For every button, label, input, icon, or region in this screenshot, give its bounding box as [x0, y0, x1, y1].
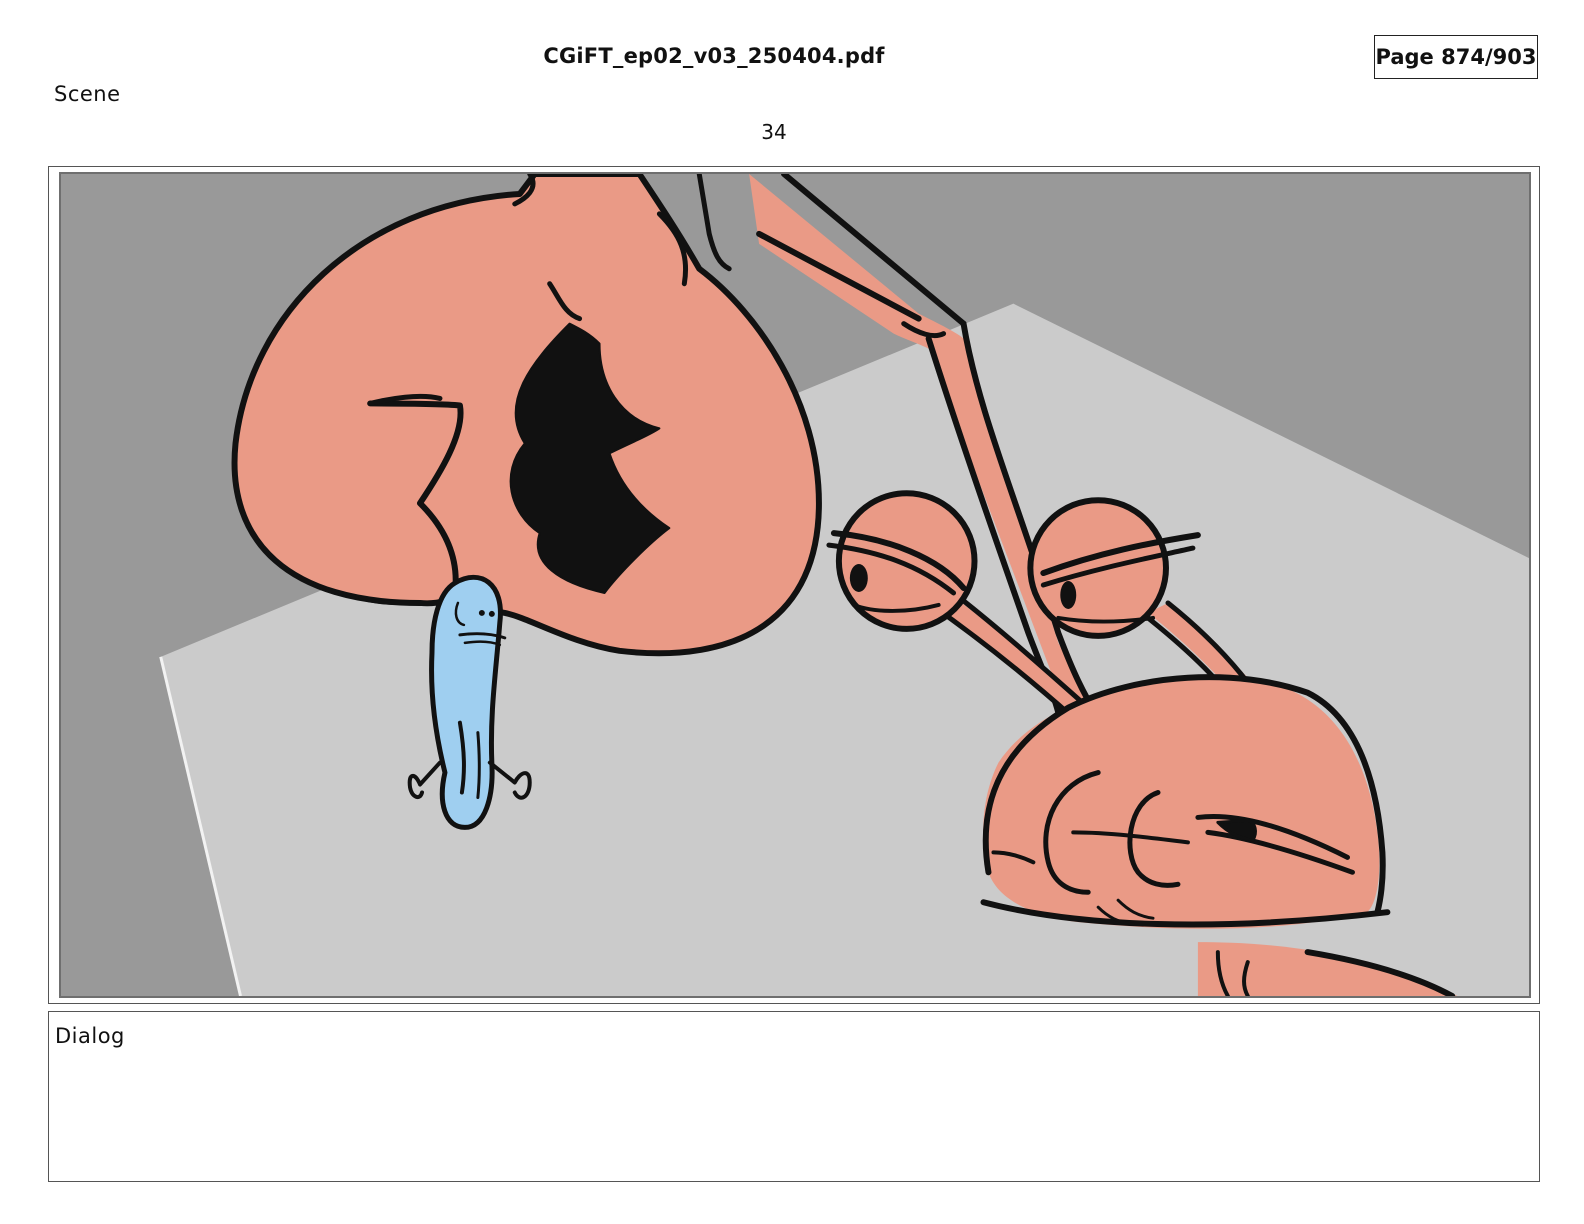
dialog-box: Dialog [48, 1011, 1540, 1182]
document-title: CGiFT_ep02_v03_250404.pdf [543, 44, 885, 68]
dialog-label: Dialog [55, 1024, 125, 1048]
page-indicator: Page 874/903 [1374, 35, 1538, 79]
scene-number: 34 [761, 120, 787, 144]
storyboard-drawing [61, 174, 1529, 996]
scene-label: Scene [54, 82, 121, 106]
panel-artwork [59, 172, 1531, 998]
storyboard-panel [48, 166, 1540, 1004]
